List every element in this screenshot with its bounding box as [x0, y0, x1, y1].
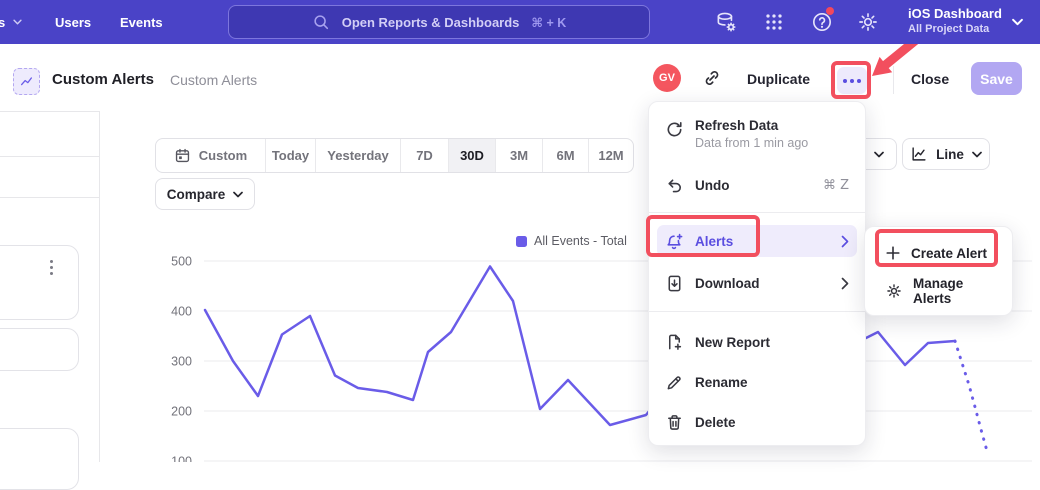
sidebar-row-divider — [0, 197, 99, 198]
project-scope: All Project Data — [908, 22, 1008, 36]
page-title: Custom Alerts — [52, 71, 154, 88]
submenu-item-label: Create Alert — [911, 246, 987, 261]
menu-item-label: New Report — [695, 335, 770, 350]
menu-item-label: Alerts — [695, 234, 733, 249]
chevron-right-icon — [841, 277, 849, 290]
breadcrumb: Custom Alerts — [170, 72, 257, 88]
search-bar[interactable]: Open Reports & Dashboards ⌘ + K — [228, 5, 650, 39]
sidebar-right-border — [99, 111, 100, 462]
search-icon — [312, 13, 330, 31]
data-management-icon[interactable] — [714, 10, 738, 34]
notification-dot — [826, 7, 834, 15]
gear-icon — [885, 282, 903, 300]
date-range-selector: Custom Today Yesterday 7D 30D 3M 6M 12M — [155, 138, 634, 173]
chevron-down-icon — [972, 151, 982, 158]
refresh-icon — [665, 120, 684, 139]
menu-item-label: Delete — [695, 415, 736, 430]
avatar[interactable]: GV — [653, 64, 681, 92]
chevron-down-icon[interactable] — [1012, 18, 1023, 26]
sidebar-top-divider — [0, 111, 99, 112]
report-toolbar: Custom Alerts Custom Alerts GV Duplicate… — [0, 44, 1040, 111]
more-options-button[interactable] — [837, 67, 867, 94]
download-icon — [665, 274, 684, 293]
date-option-7d[interactable]: 7D — [401, 139, 449, 172]
svg-text:500: 500 — [171, 255, 192, 269]
compare-button[interactable]: Compare — [155, 178, 255, 210]
date-option-label: Custom — [199, 148, 247, 163]
svg-text:200: 200 — [171, 405, 192, 419]
duplicate-button[interactable]: Duplicate — [747, 71, 810, 87]
refresh-status: Data from 1 min ago — [695, 136, 808, 150]
chevron-down-icon — [874, 151, 884, 158]
menu-item-download[interactable]: Download — [657, 267, 857, 299]
menu-item-label: Refresh Data — [695, 118, 808, 133]
submenu-item-create-alert[interactable]: Create Alert — [871, 236, 1006, 270]
svg-text:400: 400 — [171, 305, 192, 319]
menu-item-delete[interactable]: Delete — [657, 406, 857, 438]
undo-shortcut: ⌘ Z — [823, 178, 849, 193]
submenu-item-manage-alerts[interactable]: Manage Alerts — [871, 274, 1006, 308]
top-nav: s Users Events Open Reports & Dashboards… — [0, 0, 1040, 44]
sidebar-card[interactable] — [0, 245, 79, 320]
date-option-3m[interactable]: 3M — [496, 139, 543, 172]
menu-item-label: Undo — [695, 178, 730, 193]
submenu-item-label: Manage Alerts — [913, 276, 992, 306]
date-option-today[interactable]: Today — [266, 139, 316, 172]
new-report-icon — [665, 333, 684, 352]
menu-divider — [649, 311, 865, 312]
legend-label: All Events - Total — [534, 234, 627, 248]
project-selector[interactable]: iOS Dashboard All Project Data — [908, 5, 1008, 36]
toolbar-divider — [893, 66, 894, 94]
search-shortcut: ⌘ + K — [531, 15, 566, 30]
project-name: iOS Dashboard — [908, 5, 1008, 22]
menu-item-label: Rename — [695, 375, 748, 390]
date-option-30d-selected[interactable]: 30D — [449, 139, 496, 172]
plus-icon — [885, 245, 901, 261]
chevron-down-icon — [13, 19, 22, 25]
share-link-icon[interactable] — [702, 68, 722, 88]
date-option-12m[interactable]: 12M — [589, 139, 633, 172]
sidebar-card[interactable] — [0, 328, 79, 371]
menu-item-undo[interactable]: Undo ⌘ Z — [657, 169, 857, 201]
menu-item-rename[interactable]: Rename — [657, 366, 857, 398]
apps-grid-icon[interactable] — [762, 10, 786, 34]
undo-icon — [665, 176, 684, 195]
kebab-menu-icon[interactable] — [50, 260, 53, 275]
date-option-6m[interactable]: 6M — [543, 139, 589, 172]
menu-divider — [649, 212, 865, 213]
nav-item-users[interactable]: Users — [55, 0, 91, 44]
nav-item-events[interactable]: Events — [120, 0, 163, 44]
svg-text:300: 300 — [171, 355, 192, 369]
legend-swatch — [516, 236, 527, 247]
trash-icon — [665, 413, 684, 432]
bell-plus-icon — [665, 232, 684, 251]
search-placeholder: Open Reports & Dashboards — [342, 15, 520, 30]
svg-text:100: 100 — [171, 455, 192, 463]
save-button[interactable]: Save — [971, 62, 1022, 95]
chart-type-button[interactable]: Line — [902, 138, 990, 170]
sidebar-card[interactable] — [0, 428, 79, 490]
sidebar-row-divider — [0, 156, 99, 157]
report-options-menu: Refresh Data Data from 1 min ago Undo ⌘ … — [648, 101, 866, 446]
menu-item-new-report[interactable]: New Report — [657, 326, 857, 358]
chevron-right-icon — [841, 235, 849, 248]
alerts-submenu: Create Alert Manage Alerts — [864, 226, 1013, 316]
pencil-icon — [665, 373, 684, 392]
date-option-custom[interactable]: Custom — [156, 139, 266, 172]
chart-legend[interactable]: All Events - Total — [516, 234, 627, 248]
nav-item-truncated[interactable]: s — [0, 0, 22, 44]
close-button[interactable]: Close — [911, 71, 949, 87]
report-type-icon — [13, 68, 40, 95]
settings-gear-icon[interactable] — [856, 10, 880, 34]
chevron-down-icon — [233, 191, 243, 198]
line-chart-icon — [910, 145, 928, 163]
menu-item-alerts[interactable]: Alerts — [657, 225, 857, 257]
menu-item-refresh-data[interactable]: Refresh Data Data from 1 min ago — [657, 113, 857, 164]
menu-item-label: Download — [695, 276, 760, 291]
date-option-yesterday[interactable]: Yesterday — [316, 139, 401, 172]
calendar-icon — [174, 147, 191, 164]
help-icon[interactable] — [810, 10, 834, 34]
